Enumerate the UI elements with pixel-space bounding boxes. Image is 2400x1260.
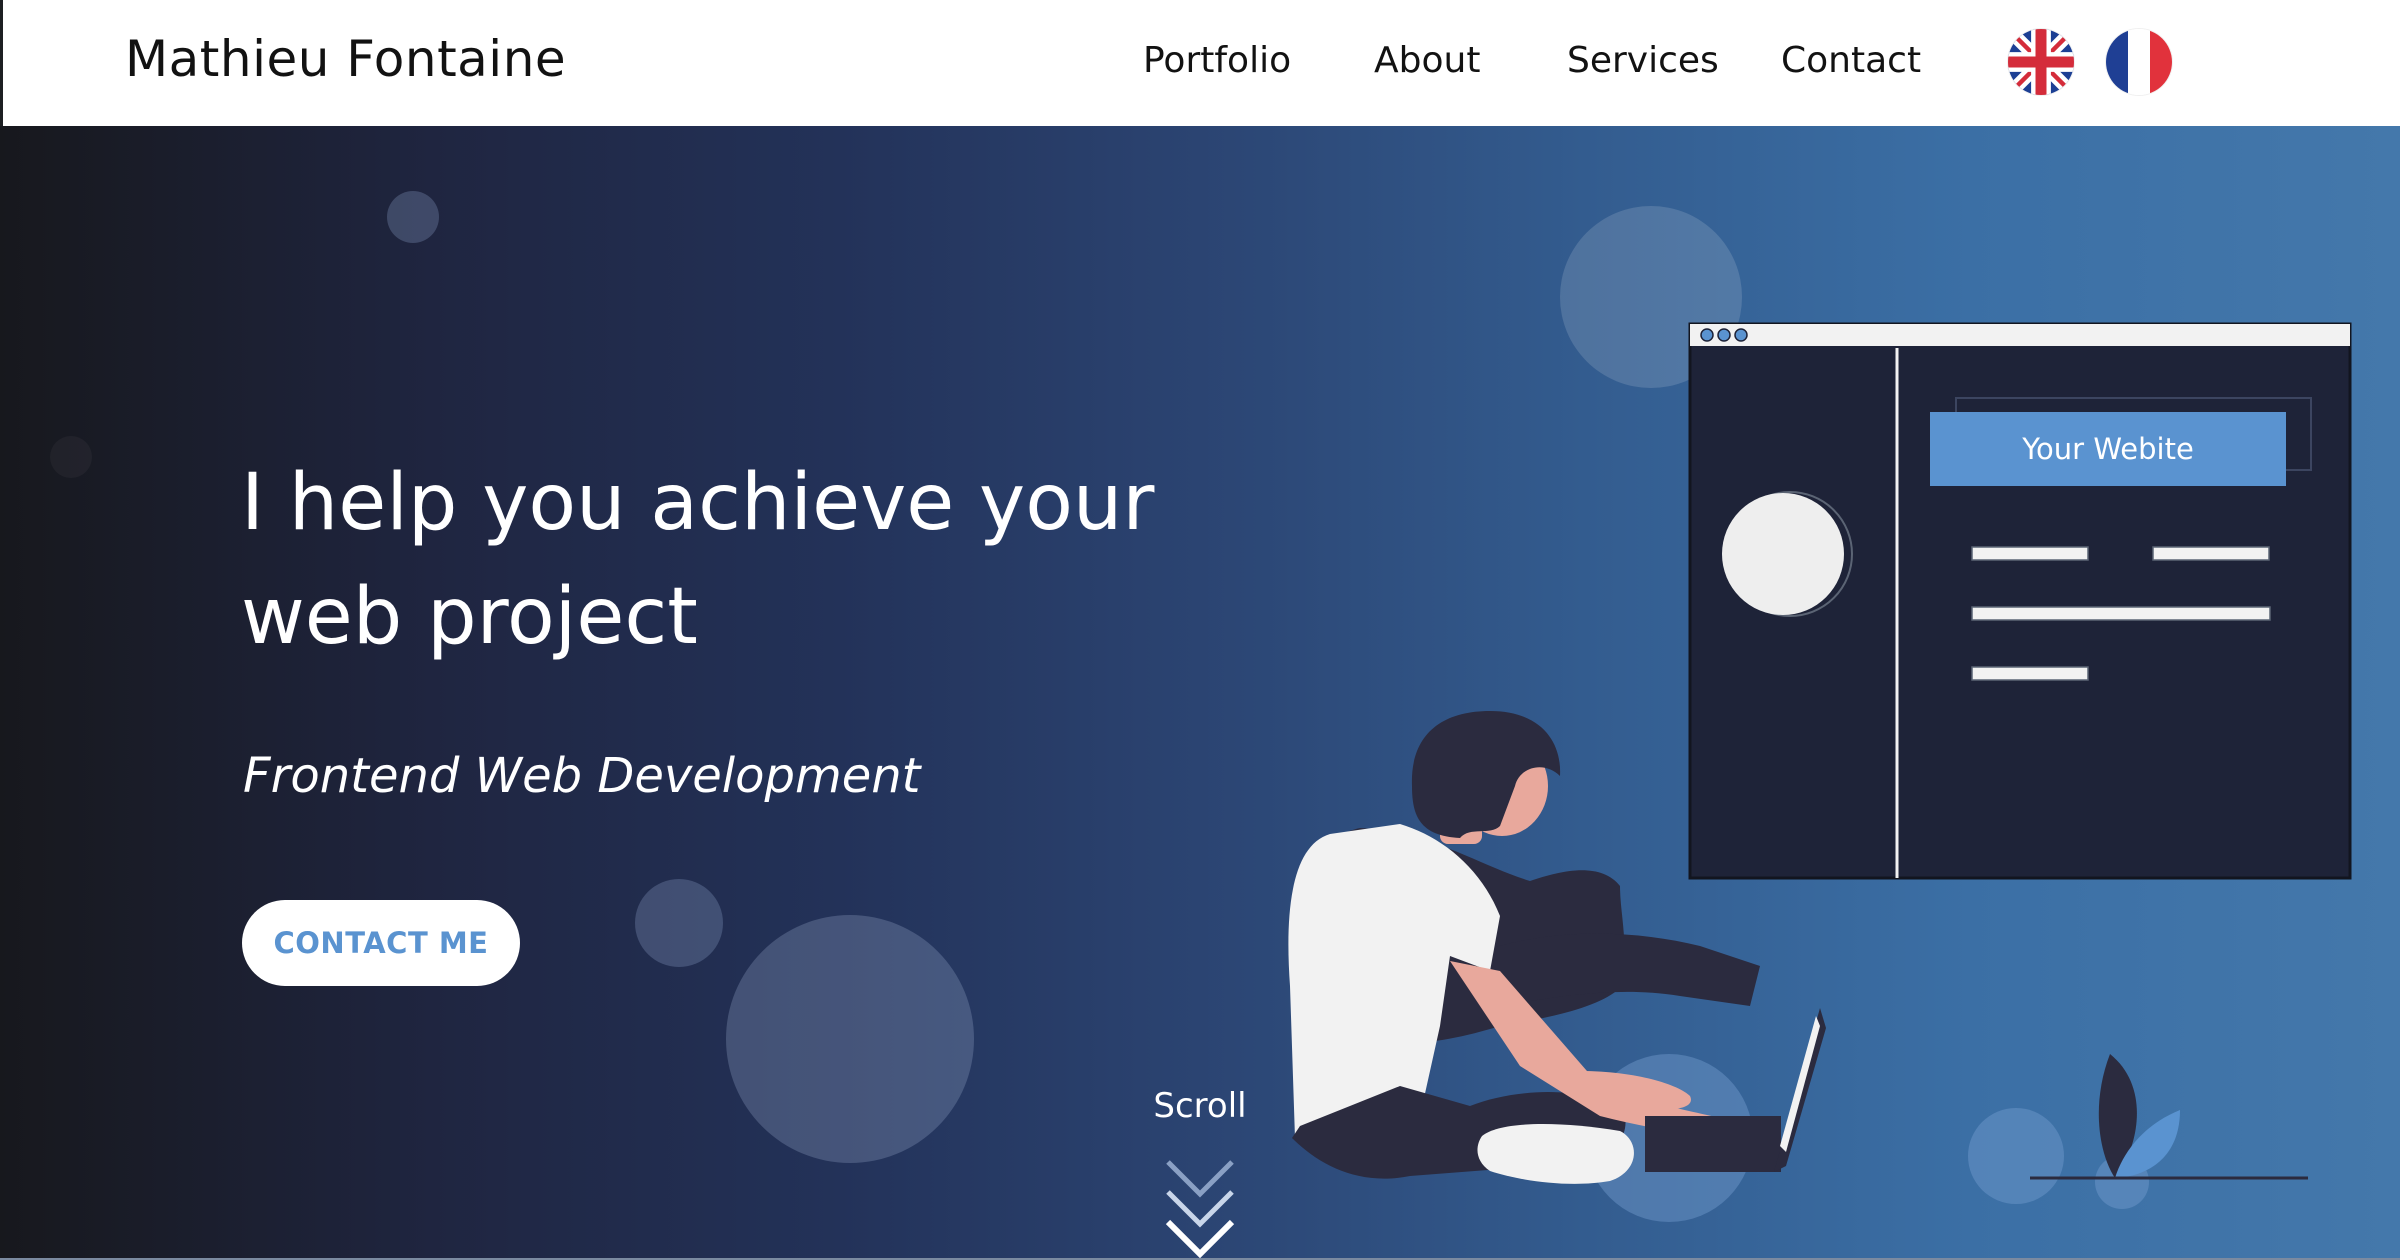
plant-illustration: [2030, 1054, 2308, 1180]
nav-link-portfolio[interactable]: Portfolio: [1143, 40, 1291, 81]
window-dot-icon: [1734, 328, 1748, 342]
hero-section: Your Webite I help you achieve your web …: [0, 126, 2400, 1260]
nav-link-about[interactable]: About: [1374, 40, 1480, 81]
hero-headline: I help you achieve your web project: [241, 458, 1155, 662]
window-button-label: Your Webite: [2021, 432, 2194, 466]
website-window-illustration: Your Webite: [1688, 322, 2352, 880]
nav-link-contact[interactable]: Contact: [1781, 40, 1921, 81]
france-flag-icon[interactable]: [2106, 29, 2172, 95]
brand-name[interactable]: Mathieu Fontaine: [125, 30, 566, 88]
nav-link-services[interactable]: Services: [1567, 40, 1719, 81]
hero-subtitle: Frontend Web Development: [243, 748, 921, 804]
window-dot-icon: [1700, 328, 1714, 342]
uk-flag-icon[interactable]: [2008, 29, 2074, 95]
site-header: Mathieu Fontaine Portfolio About Service…: [0, 0, 2400, 126]
window-dot-icon: [1717, 328, 1731, 342]
contact-me-button[interactable]: CONTACT ME: [242, 900, 520, 986]
scroll-label[interactable]: Scroll: [1120, 1086, 1280, 1126]
scroll-down-chevrons-icon[interactable]: [1164, 1156, 1236, 1260]
